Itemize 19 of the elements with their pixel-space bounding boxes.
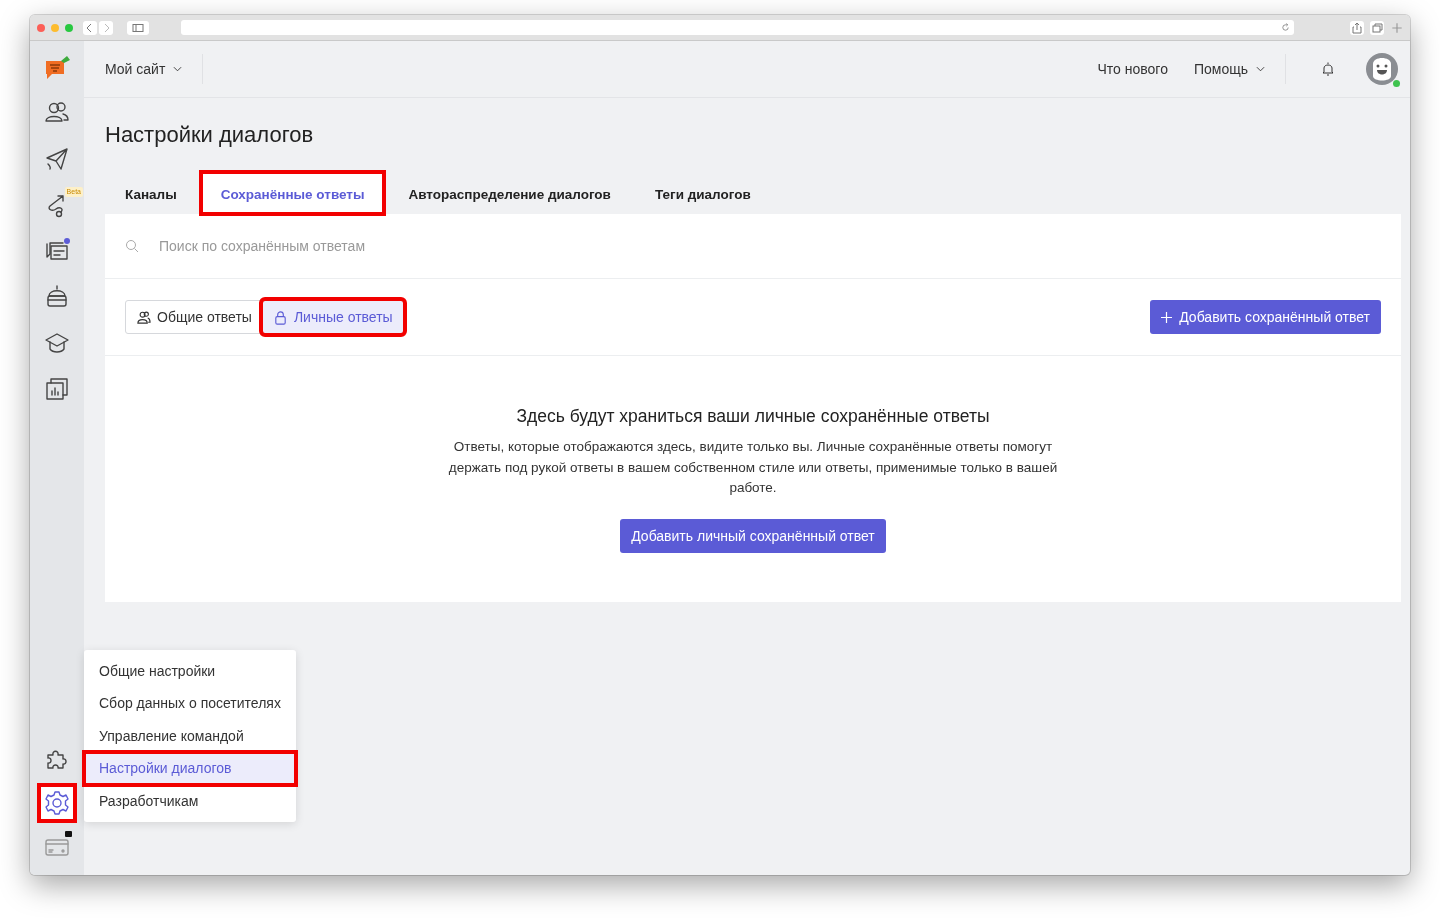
tab[interactable]: Сохранённые ответы	[200, 172, 385, 214]
add-personal-answer-button[interactable]: Добавить личный сохранённый ответ	[620, 518, 886, 553]
empty-state-title: Здесь будут храниться ваши личные сохранённые ответы	[516, 406, 990, 427]
page-title: Настройки диалогов	[105, 122, 315, 148]
menu-item[interactable]: Разработчикам	[84, 784, 296, 817]
menu-item[interactable]: Сбор данных о посетителях	[84, 687, 296, 720]
menu-item[interactable]: Настройки диалогов	[84, 752, 296, 785]
search-field[interactable]: Поиск по сохранённым ответам	[157, 237, 1381, 255]
menu-item[interactable]: Управление командой	[84, 719, 296, 753]
nav-link[interactable]: Что нового	[1097, 61, 1168, 77]
tab[interactable]: Автораспределение диалогов	[388, 172, 631, 214]
nav-link[interactable]: Помощь	[1193, 61, 1265, 77]
menu-item[interactable]: Общие настройки	[84, 655, 296, 688]
tab[interactable]: Каналы	[105, 172, 197, 214]
segment-button[interactable]: Личные ответы	[261, 300, 404, 334]
site-selector[interactable]: Мой сайт	[105, 61, 183, 77]
add-saved-answer-button[interactable]: Добавить сохранённый ответ	[1150, 300, 1381, 334]
tab[interactable]: Теги диалогов	[634, 172, 771, 214]
empty-state-description: Ответы, которые отображаются здесь, видите только вы. Личные сохранённые ответы помогут держать под рукой ответы в вашем собственном стиле или ответы, применимые только в вашей работе.	[447, 438, 1059, 497]
